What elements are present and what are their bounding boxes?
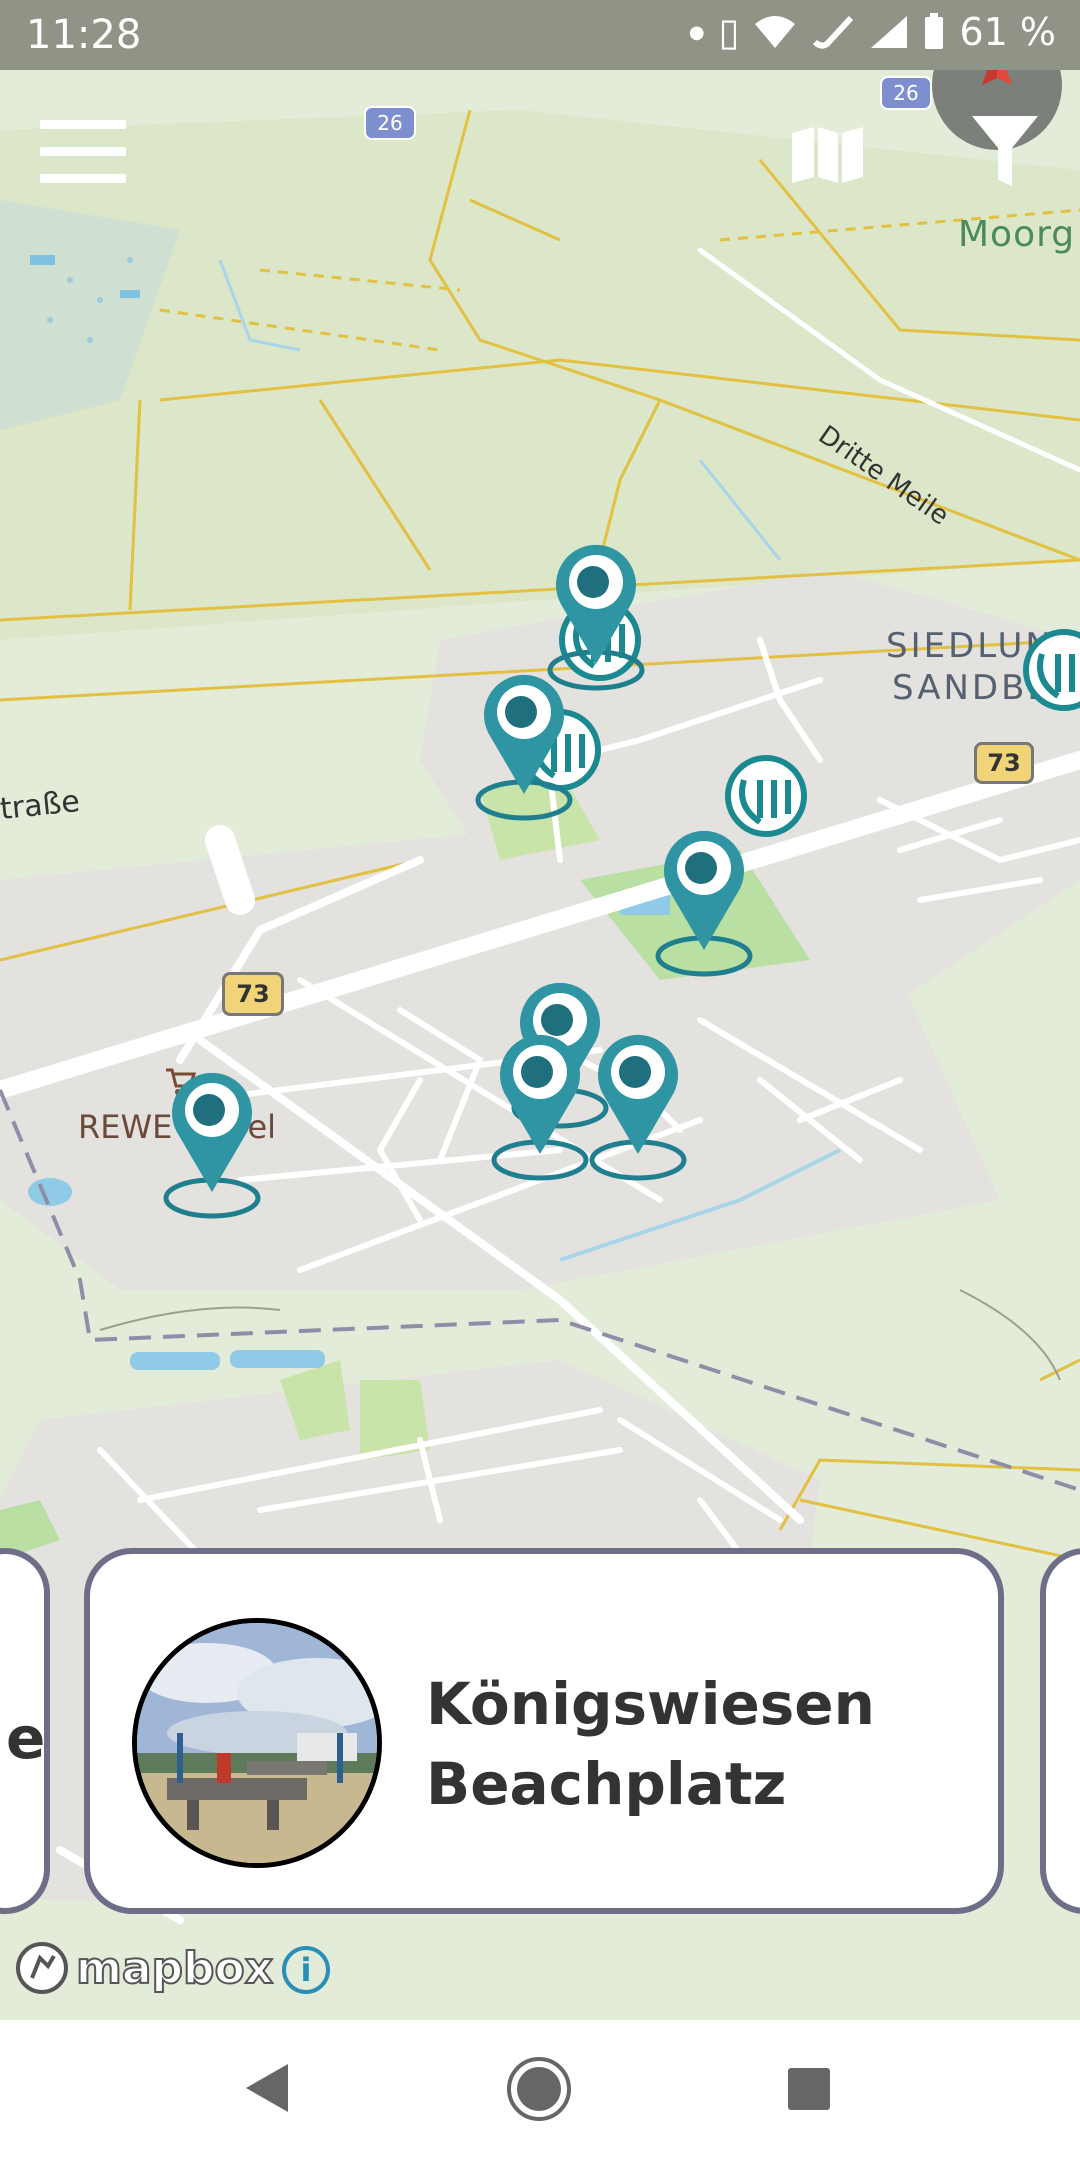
poi-card-previous-title: e bbox=[6, 1704, 46, 1772]
mapbox-logo-icon bbox=[16, 1942, 68, 1994]
map-pin-3[interactable] bbox=[658, 831, 750, 974]
map-type-button[interactable] bbox=[790, 125, 865, 185]
map-pin-5[interactable] bbox=[494, 1035, 586, 1178]
hamburger-line bbox=[40, 147, 126, 156]
attribution-info-icon[interactable]: i bbox=[282, 1946, 330, 1994]
back-icon[interactable] bbox=[244, 2062, 290, 2114]
poi-title-line1: Königswiesen bbox=[426, 1670, 875, 1738]
menu-button[interactable] bbox=[40, 120, 126, 184]
system-nav-bar bbox=[0, 2020, 1080, 2160]
mapbox-wordmark: mapbox bbox=[75, 1942, 274, 1995]
poi-card[interactable]: Königswiesen Beachplatz bbox=[84, 1548, 1004, 1914]
hamburger-line bbox=[40, 174, 126, 183]
recents-icon[interactable] bbox=[786, 2066, 832, 2112]
vibrate-icon: ▯ bbox=[718, 10, 740, 54]
hamburger-menu-icon bbox=[40, 120, 126, 129]
cluster-marker-4[interactable] bbox=[1026, 632, 1080, 708]
map-pin-7[interactable] bbox=[166, 1073, 258, 1216]
home-icon[interactable] bbox=[506, 2056, 572, 2122]
mapbox-logo[interactable]: mapbox bbox=[14, 1940, 274, 1996]
battery-icon bbox=[925, 13, 944, 49]
wifi-calling-icon bbox=[813, 15, 854, 49]
signal-icon bbox=[871, 16, 908, 48]
status-icons: ● ▯ 61 % bbox=[689, 10, 1056, 54]
status-bar: 11:28 ● ▯ 61 % bbox=[0, 0, 1080, 70]
poi-card-next[interactable] bbox=[1040, 1548, 1080, 1914]
filter-funnel-icon bbox=[972, 116, 1038, 186]
poi-title: Königswiesen Beachplatz bbox=[426, 1664, 966, 1824]
map-icon bbox=[792, 127, 863, 183]
filter-button[interactable] bbox=[970, 110, 1040, 190]
cluster-marker-3[interactable] bbox=[728, 758, 804, 834]
status-time: 11:28 bbox=[26, 12, 142, 58]
notification-dot-icon: ● bbox=[688, 21, 705, 43]
wifi-icon bbox=[755, 16, 796, 48]
poi-title-line2: Beachplatz bbox=[426, 1750, 787, 1818]
battery-percent: 61 % bbox=[959, 10, 1056, 54]
poi-thumbnail bbox=[132, 1618, 382, 1868]
poi-card-previous[interactable]: e bbox=[0, 1548, 50, 1914]
